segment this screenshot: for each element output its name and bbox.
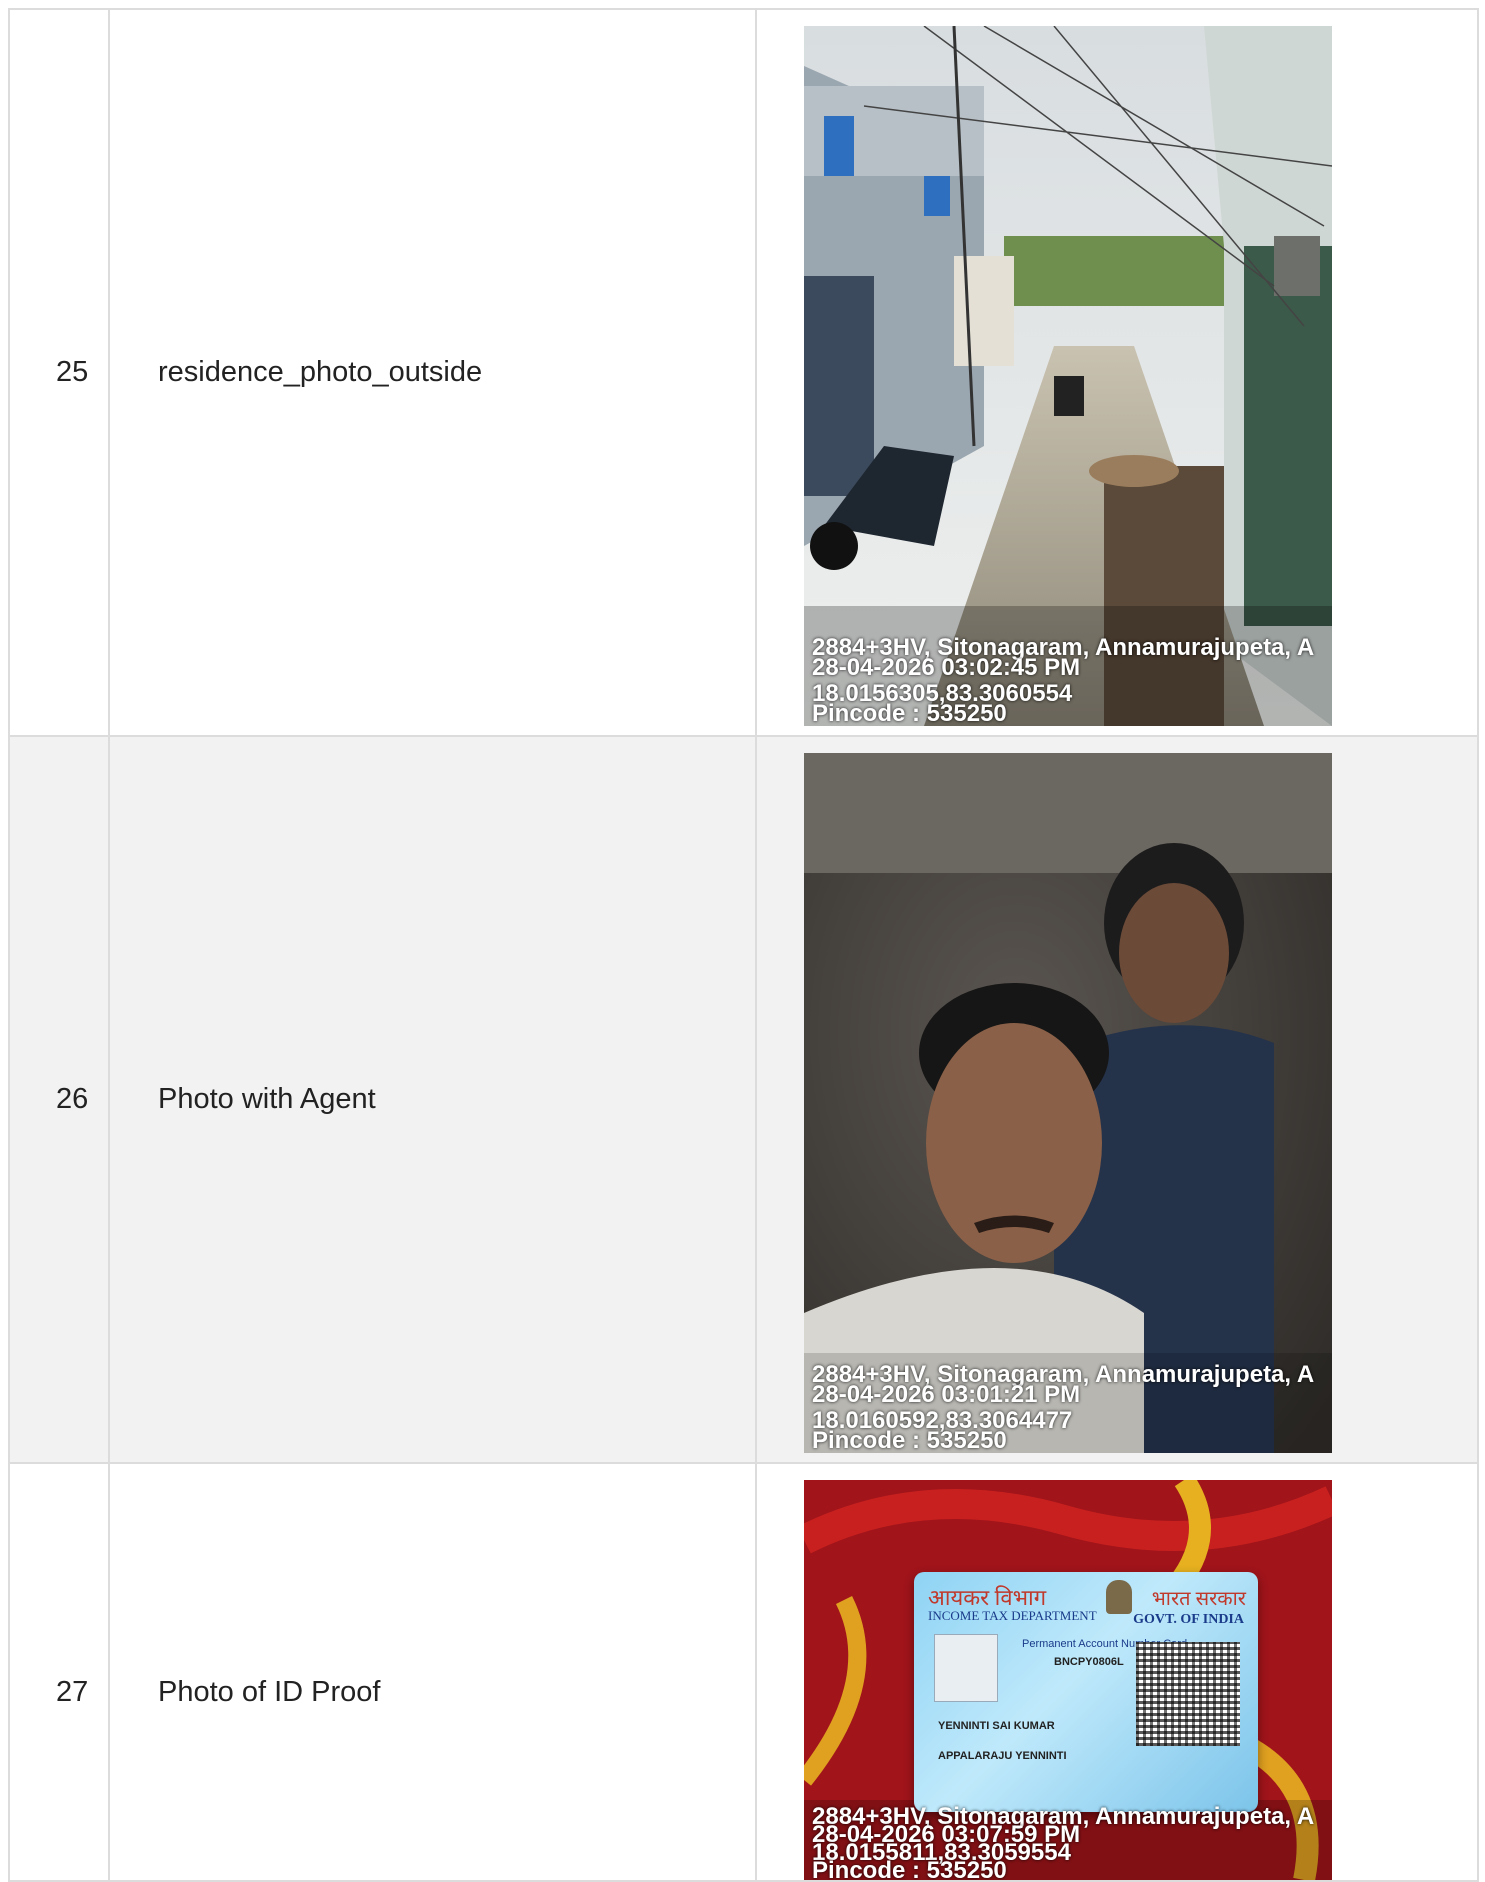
row-number: 26 — [8, 735, 110, 1464]
card-number: BNCPY0806L — [1054, 1656, 1124, 1668]
report-sheet: 25 residence_photo_outside 2884+3HV, Sit… — [0, 0, 1485, 1882]
row-label: Photo with Agent — [108, 735, 757, 1464]
residence-photo[interactable]: 2884+3HV, Sitonagaram, Annamurajupeta, A… — [804, 26, 1332, 726]
photo-cell: 2884+3HV, Sitonagaram, Annamurajupeta, A… — [755, 8, 1479, 737]
cardholder-photo-icon — [934, 1634, 998, 1702]
stamp-datetime: 28-04-2026 03:01:21 PM — [812, 1381, 1081, 1408]
geo-stamp: 2884+3HV, Sitonagaram, Annamurajupeta, A… — [812, 1363, 1332, 1453]
stamp-datetime: 28-04-2026 03:02:45 PM — [812, 654, 1081, 681]
geo-stamp: 2884+3HV, Sitonagaram, Annamurajupeta, A… — [812, 636, 1332, 726]
stamp-pincode: Pincode : 535250 — [812, 700, 1007, 726]
table-row: 26 Photo with Agent 2884+3HV, Sitonagara… — [8, 735, 1479, 1464]
residence-street-icon — [804, 26, 1332, 726]
stamp-pincode: Pincode : 535250 — [812, 1427, 1007, 1453]
card-govt: GOVT. OF INDIA — [1133, 1612, 1244, 1627]
card-dept: INCOME TAX DEPARTMENT — [928, 1608, 1097, 1623]
card-father-name: APPALARAJU YENNINTI — [938, 1750, 1067, 1762]
agent-photo[interactable]: 2884+3HV, Sitonagaram, Annamurajupeta, A… — [804, 753, 1332, 1453]
photo-table: 25 residence_photo_outside 2884+3HV, Sit… — [8, 8, 1479, 1882]
row-number: 27 — [8, 1462, 110, 1882]
pan-card: आयकर विभाग भारत सरकार INCOME TAX DEPARTM… — [914, 1572, 1258, 1812]
photo-cell: 2884+3HV, Sitonagaram, Annamurajupeta, A… — [755, 735, 1479, 1464]
stamp-pincode: Pincode : 535250 — [812, 1857, 1007, 1881]
photo-cell: आयकर विभाग भारत सरकार INCOME TAX DEPARTM… — [755, 1462, 1479, 1882]
row-label: residence_photo_outside — [108, 8, 757, 737]
qr-code-icon — [1136, 1642, 1240, 1746]
row-label: Photo of ID Proof — [108, 1462, 757, 1882]
emblem-icon — [1106, 1580, 1132, 1614]
table-row: 27 Photo of ID Proof आयकर विभाग भारत सरक… — [8, 1462, 1479, 1882]
id-proof-photo[interactable]: आयकर विभाग भारत सरकार INCOME TAX DEPARTM… — [804, 1480, 1332, 1880]
agent-selfie-icon — [804, 753, 1332, 1453]
table-row: 25 residence_photo_outside 2884+3HV, Sit… — [8, 8, 1479, 737]
row-number: 25 — [8, 8, 110, 737]
card-govt-hindi: भारत सरकार — [1151, 1588, 1246, 1610]
geo-stamp: 2884+3HV, Sitonagaram, Annamurajupeta, A… — [812, 1805, 1332, 1881]
card-name: YENNINTI SAI KUMAR — [938, 1720, 1055, 1732]
